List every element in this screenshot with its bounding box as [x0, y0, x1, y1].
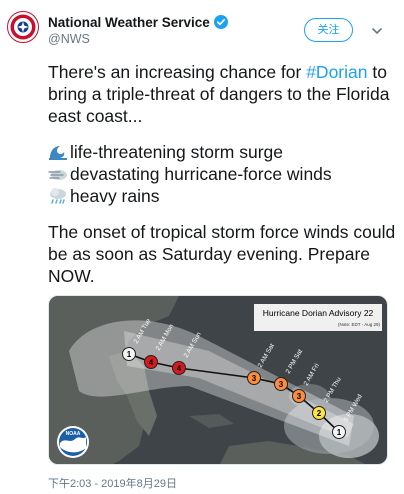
- track-point: 3: [274, 377, 288, 391]
- follow-button[interactable]: 关注: [304, 18, 353, 42]
- map-title: Hurricane Dorian Advisory 22: [263, 308, 374, 318]
- author-block: National Weather Service @NWS: [48, 14, 278, 46]
- author-handle[interactable]: @NWS: [48, 32, 278, 46]
- avatar[interactable]: [7, 11, 39, 43]
- track-point: 1: [332, 425, 346, 439]
- tweet-closing: The onset of tropical storm force winds …: [48, 222, 396, 286]
- author-name[interactable]: National Weather Service: [48, 15, 210, 30]
- hurricane-map-image[interactable]: 1 4 4 3 3 3 2 1 2 AM Tue 2 AM Mon 2 AM S…: [48, 295, 388, 465]
- track-point: 4: [172, 361, 186, 375]
- svg-text:1: 1: [337, 428, 342, 437]
- svg-text:4: 4: [177, 364, 182, 373]
- svg-text:1: 1: [127, 350, 132, 359]
- track-point: 3: [247, 371, 261, 385]
- threat-item: heavy rains: [48, 185, 396, 207]
- hashtag-link[interactable]: #Dorian: [306, 62, 367, 82]
- track-point: 3: [292, 389, 306, 403]
- svg-text:2: 2: [317, 409, 322, 418]
- svg-text:4: 4: [149, 358, 154, 367]
- wind-emoji-icon: [48, 165, 68, 183]
- tweet-intro: There's an increasing chance for #Dorian…: [48, 61, 396, 127]
- track-point: 4: [144, 355, 158, 369]
- tweet-card: National Weather Service @NWS 关注 There's…: [0, 0, 404, 494]
- tweet-text: There's an increasing chance for #Dorian…: [48, 61, 396, 287]
- map-subtitle: (Note: EDT - Aug 29): [338, 322, 380, 327]
- rain-cloud-emoji-icon: [48, 187, 68, 205]
- threat-text: life-threatening storm surge: [70, 142, 284, 162]
- verified-badge-icon: [213, 15, 228, 29]
- svg-text:3: 3: [297, 392, 302, 401]
- tweet-timestamp[interactable]: 下午2:03 - 2019年8月29日: [48, 475, 177, 491]
- track-point: 2: [312, 406, 326, 420]
- track-point: 1: [122, 347, 136, 361]
- chevron-down-icon[interactable]: [370, 24, 384, 38]
- svg-text:3: 3: [279, 380, 284, 389]
- wave-emoji-icon: [48, 143, 68, 161]
- threat-text: heavy rains: [70, 186, 160, 206]
- svg-text:NOAA: NOAA: [66, 431, 81, 437]
- svg-text:3: 3: [252, 374, 257, 383]
- threat-item: life-threatening storm surge: [48, 141, 396, 163]
- noaa-logo-icon: NOAA: [57, 426, 89, 458]
- threat-item: devastating hurricane-force winds: [48, 163, 396, 185]
- tweet-intro-start: There's an increasing chance for: [48, 62, 307, 82]
- threat-text: devastating hurricane-force winds: [70, 164, 332, 184]
